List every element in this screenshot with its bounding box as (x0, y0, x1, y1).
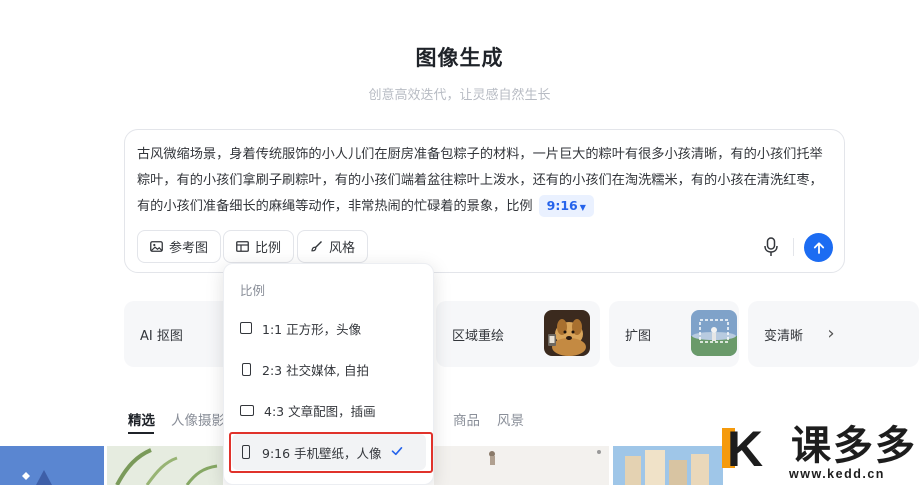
watermark-logo: K 课多多 www.kedd.cn (717, 424, 919, 485)
prompt-content: 古风微缩场景，身着传统服饰的小人儿们在厨房准备包粽子的材料，一片巨大的粽叶有很多… (137, 147, 823, 214)
feature-label: 扩图 (625, 328, 652, 344)
prompt-box[interactable]: 古风微缩场景，身着传统服饰的小人儿们在厨房准备包粽子的材料，一片巨大的粽叶有很多… (124, 129, 845, 273)
page-subtitle: 创意高效迭代，让灵感自然生长 (368, 88, 551, 103)
dog-thumbnail (544, 310, 590, 356)
watermark-brand: 课多多 (791, 423, 917, 469)
watermark-url: www.kedd.cn (789, 467, 885, 481)
gallery-image[interactable] (613, 446, 723, 485)
feature-label: 区域重绘 (452, 328, 505, 344)
gallery-image[interactable] (107, 446, 223, 485)
chevron-down-icon: ▼ (579, 203, 586, 212)
ratio-icon (236, 241, 249, 252)
ratio-button-label: 比例 (255, 241, 282, 256)
gallery-image[interactable] (0, 446, 104, 485)
brush-icon (311, 241, 322, 252)
ratio-option-1-1[interactable]: 1:1 正方形，头像 (232, 310, 426, 346)
landscape-thumbnail (691, 310, 737, 356)
ratio-option-2-3[interactable]: 2:3 社交媒体, 自拍 (232, 351, 426, 387)
chevron-right-icon[interactable]: › (822, 318, 840, 348)
microphone-icon[interactable] (761, 236, 781, 258)
logo-k: K (727, 421, 764, 477)
ratio-button[interactable]: 比例 (223, 230, 295, 263)
ratio-option-label: 4:3 文章配图，插画 (264, 403, 376, 419)
tab-scenery[interactable]: 风景 (497, 409, 524, 429)
feature-label: 变清晰 (764, 328, 804, 344)
ratio-dropdown-header: 比例 (240, 283, 266, 298)
reference-image-label: 参考图 (169, 241, 209, 256)
style-button[interactable]: 风格 (297, 230, 369, 263)
tab-portrait[interactable]: 人像摄影 (171, 409, 225, 429)
style-button-label: 风格 (329, 241, 356, 256)
portrait-ratio-icon (241, 362, 251, 376)
reference-image-button[interactable]: 参考图 (137, 230, 222, 263)
send-button[interactable] (804, 233, 833, 262)
ratio-chip[interactable]: 9:16 ▼ (538, 195, 594, 217)
image-icon (150, 241, 163, 252)
toolbar-divider (793, 238, 794, 256)
landscape-ratio-icon (240, 404, 254, 416)
ratio-option-4-3[interactable]: 4:3 文章配图，插画 (232, 392, 426, 428)
feature-label: AI 抠图 (140, 328, 183, 344)
page-title: 图像生成 (415, 46, 504, 70)
square-ratio-icon (240, 322, 252, 334)
gallery-image[interactable] (434, 446, 609, 485)
feature-card-outpaint[interactable]: 扩图 (609, 301, 739, 367)
tab-product[interactable]: 商品 (453, 409, 480, 429)
tab-active-underline (128, 432, 154, 434)
feature-card-region-repaint[interactable]: 区域重绘 (436, 301, 600, 367)
prompt-text[interactable]: 古风微缩场景，身着传统服饰的小人儿们在厨房准备包粽子的材料，一片巨大的粽叶有很多… (137, 142, 833, 220)
selection-highlight-box (229, 432, 433, 473)
ratio-option-label: 2:3 社交媒体, 自拍 (262, 362, 370, 378)
ratio-chip-label: 9:16 (546, 198, 578, 213)
arrow-up-icon (813, 241, 824, 254)
tab-featured[interactable]: 精选 (128, 409, 155, 429)
ratio-option-label: 1:1 正方形，头像 (262, 321, 362, 337)
